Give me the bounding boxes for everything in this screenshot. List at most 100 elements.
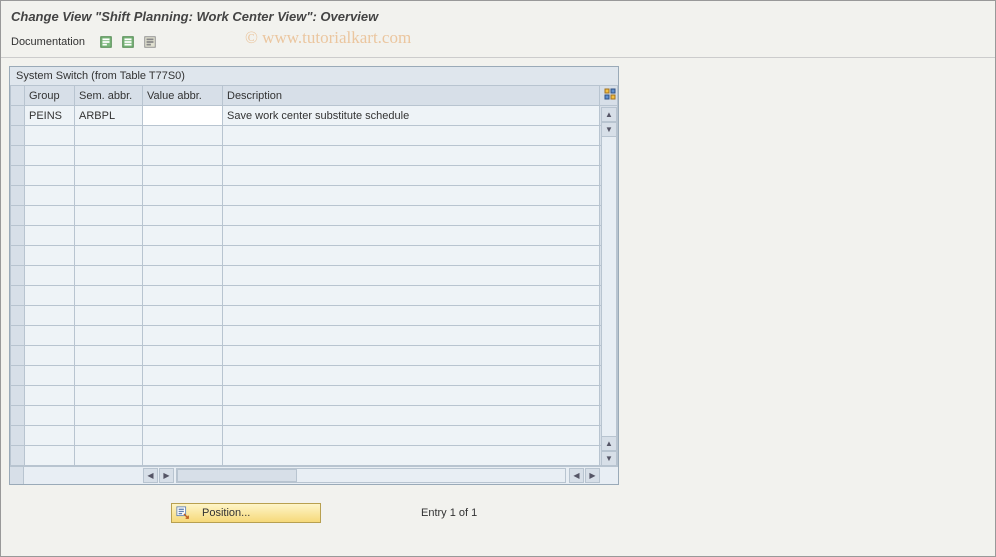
row-selector[interactable] xyxy=(11,306,25,326)
table-row-empty[interactable] xyxy=(11,126,618,146)
cell-group[interactable] xyxy=(25,126,75,146)
cell-description[interactable] xyxy=(223,426,600,446)
cell-value-abbr[interactable] xyxy=(143,246,223,266)
cell-description[interactable] xyxy=(223,326,600,346)
cell-group[interactable] xyxy=(25,366,75,386)
cell-group[interactable] xyxy=(25,186,75,206)
row-selector[interactable] xyxy=(11,226,25,246)
scroll-left-icon[interactable]: ◀ xyxy=(143,468,158,483)
value-abbr-input[interactable] xyxy=(143,106,222,125)
cell-sem-abbr[interactable] xyxy=(75,446,143,466)
cell-group[interactable] xyxy=(25,226,75,246)
col-header-sem-abbr[interactable]: Sem. abbr. xyxy=(75,86,143,106)
cell-value-abbr[interactable] xyxy=(143,166,223,186)
cell-sem-abbr[interactable] xyxy=(75,266,143,286)
cell-value-abbr[interactable] xyxy=(143,286,223,306)
scroll-down-icon[interactable]: ▼ xyxy=(601,451,617,466)
cell-sem-abbr[interactable] xyxy=(75,206,143,226)
table-row[interactable]: PEINSARBPL Save work center substitute sc… xyxy=(11,106,618,126)
cell-value-abbr[interactable] xyxy=(143,386,223,406)
col-header-description[interactable]: Description xyxy=(223,86,600,106)
cell-value-abbr[interactable] xyxy=(143,366,223,386)
cell-sem-abbr[interactable] xyxy=(75,126,143,146)
hscroll-track[interactable] xyxy=(176,468,566,483)
table-row-empty[interactable] xyxy=(11,426,618,446)
table-row-empty[interactable] xyxy=(11,246,618,266)
table-config-icon[interactable] xyxy=(600,86,618,106)
table-row-empty[interactable] xyxy=(11,326,618,346)
cell-description[interactable] xyxy=(223,166,600,186)
cell-group[interactable] xyxy=(25,346,75,366)
cell-value-abbr[interactable] xyxy=(143,446,223,466)
cell-group[interactable] xyxy=(25,206,75,226)
hscroll-thumb[interactable] xyxy=(177,469,297,482)
row-selector[interactable] xyxy=(11,386,25,406)
cell-value-abbr[interactable] xyxy=(143,206,223,226)
scroll-up-step-icon[interactable]: ▲ xyxy=(601,436,617,451)
cell-description[interactable] xyxy=(223,246,600,266)
cell-sem-abbr[interactable] xyxy=(75,146,143,166)
table-row-empty[interactable] xyxy=(11,146,618,166)
cell-sem-abbr[interactable] xyxy=(75,246,143,266)
cell-description[interactable] xyxy=(223,386,600,406)
row-selector[interactable] xyxy=(11,286,25,306)
table-row-empty[interactable] xyxy=(11,206,618,226)
cell-description[interactable] xyxy=(223,286,600,306)
cell-description[interactable] xyxy=(223,126,600,146)
cell-value-abbr[interactable] xyxy=(143,186,223,206)
cell-group[interactable] xyxy=(25,286,75,306)
row-selector[interactable] xyxy=(11,106,25,126)
row-selector[interactable] xyxy=(11,366,25,386)
cell-value-abbr[interactable] xyxy=(143,146,223,166)
cell-sem-abbr[interactable] xyxy=(75,386,143,406)
scroll-right-step-icon[interactable]: ▶ xyxy=(159,468,174,483)
col-header-group[interactable]: Group xyxy=(25,86,75,106)
cell-sem-abbr[interactable]: ARBPL xyxy=(75,106,143,126)
cell-group[interactable] xyxy=(25,266,75,286)
toolbar-icon-1[interactable] xyxy=(97,33,115,51)
toolbar-icon-3[interactable] xyxy=(141,33,159,51)
cell-group[interactable] xyxy=(25,246,75,266)
table-row-empty[interactable] xyxy=(11,406,618,426)
row-selector[interactable] xyxy=(11,166,25,186)
row-selector[interactable] xyxy=(11,446,25,466)
cell-group[interactable]: PEINS xyxy=(25,106,75,126)
cell-description[interactable] xyxy=(223,346,600,366)
cell-group[interactable] xyxy=(25,406,75,426)
toolbar-icon-2[interactable] xyxy=(119,33,137,51)
cell-description[interactable]: Save work center substitute schedule xyxy=(223,106,600,126)
cell-sem-abbr[interactable] xyxy=(75,346,143,366)
row-selector-header[interactable] xyxy=(11,86,25,106)
table-row-empty[interactable] xyxy=(11,306,618,326)
cell-group[interactable] xyxy=(25,386,75,406)
cell-value-abbr[interactable] xyxy=(143,346,223,366)
cell-description[interactable] xyxy=(223,306,600,326)
cell-value-abbr[interactable] xyxy=(143,266,223,286)
cell-sem-abbr[interactable] xyxy=(75,286,143,306)
row-selector[interactable] xyxy=(11,426,25,446)
cell-group[interactable] xyxy=(25,446,75,466)
row-selector[interactable] xyxy=(11,346,25,366)
cell-value-abbr[interactable] xyxy=(143,326,223,346)
cell-description[interactable] xyxy=(223,226,600,246)
table-row-empty[interactable] xyxy=(11,186,618,206)
cell-value-abbr[interactable] xyxy=(143,126,223,146)
scroll-up-icon[interactable]: ▲ xyxy=(601,107,617,122)
cell-value-abbr[interactable] xyxy=(143,106,223,126)
table-row-empty[interactable] xyxy=(11,446,618,466)
cell-sem-abbr[interactable] xyxy=(75,406,143,426)
table-row-empty[interactable] xyxy=(11,346,618,366)
cell-description[interactable] xyxy=(223,206,600,226)
row-selector[interactable] xyxy=(11,146,25,166)
cell-sem-abbr[interactable] xyxy=(75,226,143,246)
cell-group[interactable] xyxy=(25,166,75,186)
cell-description[interactable] xyxy=(223,146,600,166)
table-row-empty[interactable] xyxy=(11,166,618,186)
cell-value-abbr[interactable] xyxy=(143,426,223,446)
cell-description[interactable] xyxy=(223,266,600,286)
cell-sem-abbr[interactable] xyxy=(75,186,143,206)
row-selector[interactable] xyxy=(11,246,25,266)
row-selector[interactable] xyxy=(11,326,25,346)
cell-description[interactable] xyxy=(223,446,600,466)
cell-value-abbr[interactable] xyxy=(143,406,223,426)
